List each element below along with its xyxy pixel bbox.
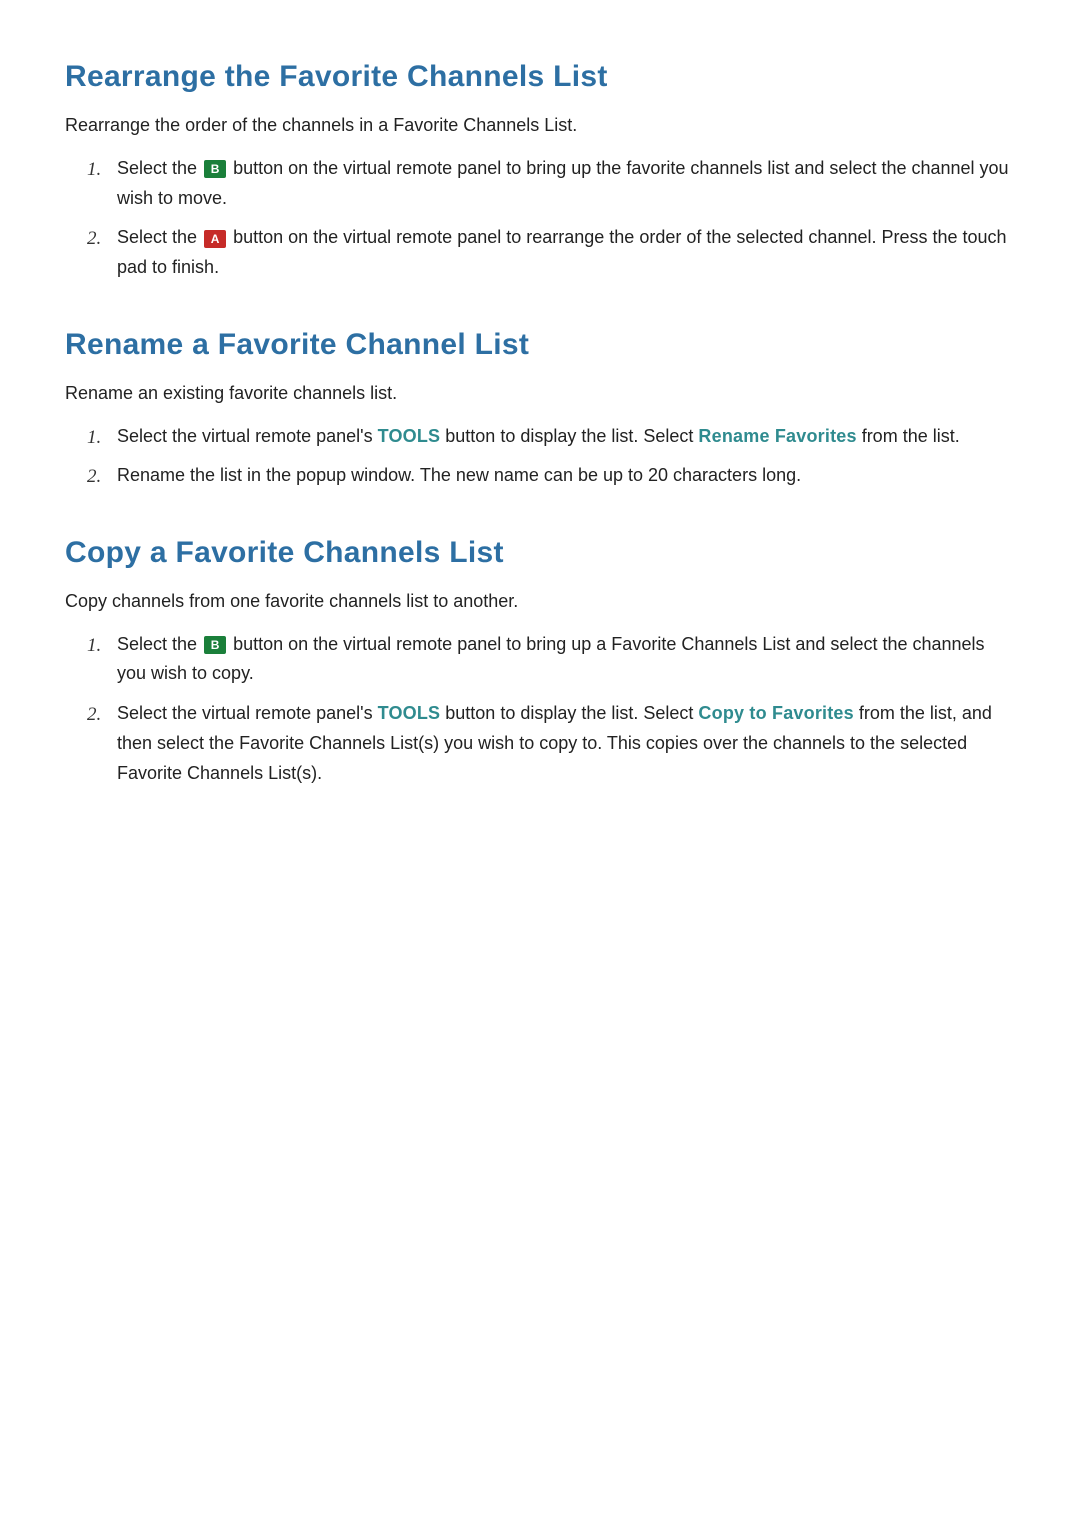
heading-rename: Rename a Favorite Channel List (65, 328, 1015, 362)
step: Rename the list in the popup window. The… (87, 461, 1015, 491)
step: Select the virtual remote panel's TOOLS … (87, 422, 1015, 452)
step: Select the B button on the virtual remot… (87, 154, 1015, 213)
step-text: button on the virtual remote panel to br… (117, 634, 985, 684)
step-text: Select the (117, 158, 202, 178)
step: Select the B button on the virtual remot… (87, 630, 1015, 689)
step: Select the A button on the virtual remot… (87, 223, 1015, 282)
document-page: Rearrange the Favorite Channels List Rea… (0, 0, 1080, 1527)
heading-copy: Copy a Favorite Channels List (65, 536, 1015, 570)
step: Select the virtual remote panel's TOOLS … (87, 699, 1015, 788)
intro-rename: Rename an existing favorite channels lis… (65, 380, 1015, 408)
steps-rearrange: Select the B button on the virtual remot… (65, 154, 1015, 283)
step-text: Select the (117, 227, 202, 247)
step-text: Select the virtual remote panel's (117, 703, 378, 723)
keyword-copy-to-favorites: Copy to Favorites (698, 703, 853, 723)
keyword-rename-favorites: Rename Favorites (698, 426, 856, 446)
step-text: button on the virtual remote panel to br… (117, 158, 1009, 208)
step-text: from the list. (857, 426, 960, 446)
step-text: Select the virtual remote panel's (117, 426, 378, 446)
intro-copy: Copy channels from one favorite channels… (65, 588, 1015, 616)
step-text: Rename the list in the popup window. The… (117, 465, 801, 485)
section-rearrange: Rearrange the Favorite Channels List Rea… (65, 60, 1015, 283)
heading-rearrange: Rearrange the Favorite Channels List (65, 60, 1015, 94)
steps-copy: Select the B button on the virtual remot… (65, 630, 1015, 788)
section-rename: Rename a Favorite Channel List Rename an… (65, 328, 1015, 491)
remote-button-b-icon: B (204, 160, 226, 178)
keyword-tools: TOOLS (378, 703, 441, 723)
section-copy: Copy a Favorite Channels List Copy chann… (65, 536, 1015, 788)
step-text: button to display the list. Select (440, 703, 698, 723)
steps-rename: Select the virtual remote panel's TOOLS … (65, 422, 1015, 491)
keyword-tools: TOOLS (378, 426, 441, 446)
step-text: button on the virtual remote panel to re… (117, 227, 1007, 277)
remote-button-a-icon: A (204, 230, 226, 248)
step-text: button to display the list. Select (440, 426, 698, 446)
intro-rearrange: Rearrange the order of the channels in a… (65, 112, 1015, 140)
step-text: Select the (117, 634, 202, 654)
remote-button-b-icon: B (204, 636, 226, 654)
